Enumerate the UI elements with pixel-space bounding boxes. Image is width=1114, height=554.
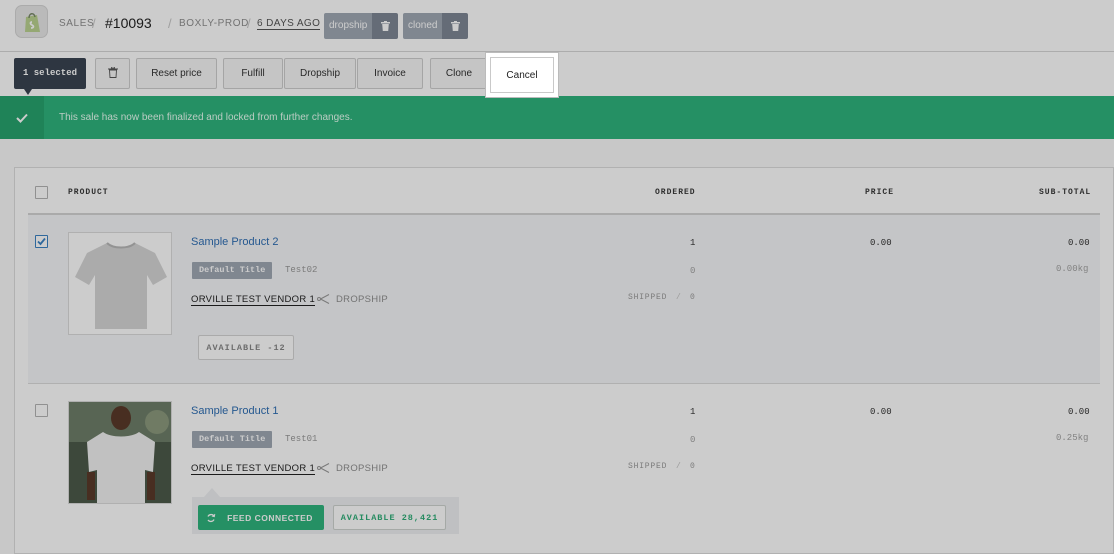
shipped-separator: / (676, 293, 682, 302)
weight-value: 0.25kg (1056, 433, 1089, 443)
success-banner: This sale has now been finalized and loc… (0, 96, 1114, 139)
breadcrumb-separator: / (247, 16, 251, 31)
tag-label: dropship (324, 13, 373, 39)
reset-price-button[interactable]: Reset price (136, 58, 217, 89)
order-number: #10093 (105, 15, 152, 31)
available-stock-badge: AVAILABLE 28,421 (333, 505, 446, 530)
dropship-button[interactable]: Dropship (284, 58, 356, 89)
column-header-ordered: ORDERED (655, 188, 696, 197)
product-name-link[interactable]: Sample Product 2 (191, 236, 278, 248)
sync-icon (198, 505, 224, 530)
ordered-secondary: 0 (690, 266, 696, 276)
fulfillment-type: DROPSHIP (336, 463, 389, 474)
banner-message: This sale has now been finalized and loc… (59, 112, 353, 123)
price-value: 0.00 (870, 238, 892, 248)
trash-icon (107, 66, 118, 81)
column-header-product: PRODUCT (68, 188, 109, 197)
shipped-quantity: 0 (690, 462, 696, 471)
product-image[interactable] (68, 232, 172, 335)
store-name: BOXLY-PROD (179, 18, 249, 29)
tag-cloned: cloned (403, 13, 469, 39)
subtotal-value: 0.00 (1068, 407, 1090, 417)
subtotal-value: 0.00 (1068, 238, 1090, 248)
check-icon (0, 96, 44, 139)
available-stock-badge: AVAILABLE -12 (198, 335, 294, 360)
ordered-quantity: 1 (690, 407, 696, 417)
dropship-icon (317, 292, 331, 310)
table-row (28, 215, 1100, 384)
tag-dropship: dropship (324, 13, 399, 39)
select-all-checkbox[interactable] (35, 186, 48, 199)
feed-connected-button[interactable]: FEED CONNECTED (198, 505, 324, 530)
vendor-link[interactable]: ORVILLE TEST VENDOR 1 (191, 463, 316, 475)
shipped-separator: / (676, 462, 682, 471)
ordered-quantity: 1 (690, 238, 696, 248)
product-image[interactable] (68, 401, 172, 504)
trash-icon[interactable] (442, 13, 469, 39)
row-checkbox[interactable] (35, 235, 48, 248)
cancel-focus-frame: Cancel (486, 53, 558, 97)
breadcrumb-separator: / (92, 16, 96, 31)
variant-badge: Default Title (192, 431, 273, 448)
cancel-button[interactable]: Cancel (490, 57, 554, 93)
feed-status-label: FEED CONNECTED (227, 512, 313, 523)
fulfill-button[interactable]: Fulfill (223, 58, 283, 89)
row-checkbox[interactable] (35, 404, 48, 417)
column-header-price: PRICE (865, 188, 895, 197)
variant-badge: Default Title (192, 262, 273, 279)
shopify-logo-icon[interactable] (15, 5, 48, 38)
sku-text: Test02 (285, 265, 318, 275)
shipped-label: SHIPPED (628, 293, 668, 302)
fulfillment-type: DROPSHIP (336, 294, 389, 305)
order-age: 6 DAYS AGO (257, 18, 321, 30)
weight-value: 0.00kg (1056, 264, 1089, 274)
delete-button[interactable] (95, 58, 130, 89)
dropship-icon (317, 461, 331, 479)
product-name-link[interactable]: Sample Product 1 (191, 405, 278, 417)
price-value: 0.00 (870, 407, 892, 417)
shipped-label: SHIPPED (628, 462, 668, 471)
badge-pointer (24, 89, 32, 95)
page-header: SALES / #10093 / BOXLY-PROD / 6 DAYS AGO… (0, 0, 1114, 52)
tag-label: cloned (403, 13, 443, 39)
ordered-secondary: 0 (690, 435, 696, 445)
vendor-link[interactable]: ORVILLE TEST VENDOR 1 (191, 294, 316, 306)
selection-count-badge: 1 selected (14, 58, 86, 89)
trash-icon[interactable] (372, 13, 399, 39)
clone-button[interactable]: Clone (430, 58, 488, 89)
column-header-subtotal: SUB-TOTAL (1039, 188, 1092, 197)
invoice-button[interactable]: Invoice (357, 58, 423, 89)
sku-text: Test01 (285, 434, 318, 444)
breadcrumb-sales[interactable]: SALES (59, 18, 94, 29)
shipped-quantity: 0 (690, 293, 696, 302)
breadcrumb-separator: / (168, 16, 172, 31)
feed-pointer (204, 488, 220, 497)
